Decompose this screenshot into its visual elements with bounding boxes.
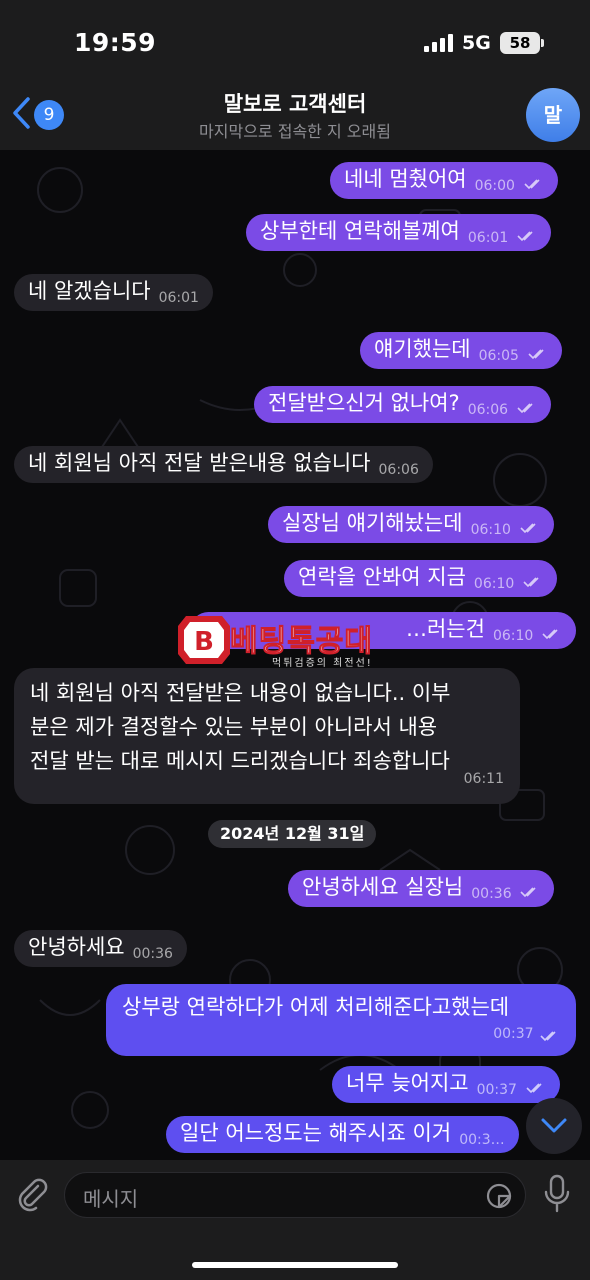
message-text: 네 알겠습니다 [28,279,151,303]
message-time: 06:06 [378,462,419,478]
message-bubble-outgoing[interactable]: 네네 멈췄어여 06:00 [330,162,558,199]
message-bubble-outgoing[interactable]: 안녕하세요 실장님 00:36 [288,870,555,907]
message-input-placeholder: 메시지 [83,1187,139,1211]
status-time: 19:59 [74,28,157,57]
message-text-line: 네 회원님 아직 전달받은 내용이 없습니다.. 이부 [30,681,451,705]
chat-title[interactable]: 말보로 고객센터 [0,88,590,118]
message-text: 상부랑 연락하다가 어제 처리해준다고했는데 [122,995,510,1019]
message-text: 실장님 얘기해놨는데 [282,511,463,535]
double-check-icon [526,1083,542,1094]
sticker-icon[interactable] [485,1182,513,1210]
message-time: 00:36 [132,946,173,962]
chevron-down-icon [541,1118,567,1133]
message-bubble-outgoing[interactable]: 상부한테 연락해볼꼐여 06:01 [246,214,551,251]
message-time: 00:37 [493,1026,534,1042]
message-text: 안녕하세요 [28,935,125,959]
message-text: 상부한테 연락해볼꼐여 [260,219,460,243]
double-check-icon [523,577,539,588]
watermark: B 베팅톡공대 먹튀검증의 최전선! [176,610,416,670]
message-list[interactable]: 네네 멈췄어여 06:00 상부한테 연락해볼꼐여 06:01 네 알겠습니다 06:… [0,150,590,1160]
home-indicator [192,1262,398,1268]
network-label: 5G [462,32,491,54]
message-text: 일단 어느정도는 해주시죠 이거 [180,1121,452,1145]
last-seen-status: 마지막으로 접속한 지 오래됨 [199,122,391,141]
message-bubble-outgoing[interactable]: 얘기했는데 06:05 [360,332,562,369]
message-text: 연락을 안봐여 지금 [298,565,466,589]
message-bubble-incoming[interactable]: 네 회원님 아직 전달 받은내용 없습니다 06:06 [14,446,433,483]
message-time: 00:3… [459,1132,505,1148]
watermark-logo: B [178,616,230,664]
double-check-icon [524,179,540,190]
message-bubble-incoming[interactable]: 안녕하세요 00:36 [14,930,187,967]
message-time: 06:05 [478,348,519,364]
double-check-icon [540,1031,556,1042]
date-divider: 2024년 12월 31일 [208,820,377,848]
message-time: 06:01 [158,290,199,306]
message-bubble-outgoing[interactable]: 연락을 안봐여 지금 06:10 [284,560,557,597]
message-text: 얘기했는데 [374,337,471,361]
message-time: 06:10 [470,522,511,538]
double-check-icon [520,887,536,898]
message-text: …러는건 [405,617,485,641]
message-text: 전달받으신거 없나여? [268,391,460,415]
message-time: 06:11 [463,771,504,787]
message-time: 06:10 [473,576,515,592]
watermark-tagline: 먹튀검증의 최전선! [272,658,373,669]
message-bubble-outgoing[interactable]: 상부랑 연락하다가 어제 처리해준다고했는데 00:37 [106,984,576,1056]
signal-icon [424,34,454,52]
avatar[interactable]: 말 [526,88,580,142]
message-text: 네네 멈췄어여 [344,167,467,191]
double-check-icon [542,629,558,640]
double-check-icon [528,349,544,360]
message-bubble-outgoing[interactable]: 전달받으신거 없나여? 06:06 [254,386,551,423]
chat-header: 9 말보로 고객센터 마지막으로 접속한 지 오래됨 말 [0,80,590,150]
message-time: 06:06 [467,402,509,418]
message-time: 06:01 [467,230,509,246]
message-time: 06:00 [474,178,515,194]
message-bubble-outgoing[interactable]: 너무 늦어지고 00:37 [332,1066,560,1103]
message-bubble-outgoing[interactable]: 일단 어느정도는 해주시죠 이거 00:3… [166,1116,519,1153]
message-time: 00:36 [471,886,512,902]
message-text: 네 회원님 아직 전달 받은내용 없습니다 [28,451,371,475]
message-time: 00:37 [476,1082,517,1098]
status-bar: 19:59 5G 58 [0,0,590,80]
battery-icon: 58 [500,32,544,54]
double-check-icon [517,403,533,414]
message-text-line: 전달 받는 대로 메시지 드리겠습니다 죄송합니다 [30,749,450,773]
message-bubble-incoming[interactable]: 네 알겠습니다 06:01 [14,274,213,311]
message-time: 06:10 [492,628,534,644]
composer-bar: 메시지 [0,1160,590,1280]
message-text: 너무 늦어지고 [346,1071,469,1095]
message-bubble-outgoing[interactable]: 실장님 얘기해놨는데 06:10 [268,506,554,543]
message-bubble-incoming[interactable]: 네 회원님 아직 전달받은 내용이 없습니다.. 이부 분은 제가 결정할수 있… [14,668,520,804]
double-check-icon [520,523,536,534]
microphone-icon[interactable] [542,1174,572,1214]
message-text: 안녕하세요 실장님 [302,875,464,899]
scroll-to-bottom-button[interactable] [526,1098,582,1154]
message-input[interactable]: 메시지 [64,1172,526,1218]
svg-text:B: B [194,627,214,657]
message-text-line: 분은 제가 결정할수 있는 부분이 아니라서 내용 [30,715,438,739]
double-check-icon [517,231,533,242]
paperclip-icon[interactable] [14,1176,50,1212]
